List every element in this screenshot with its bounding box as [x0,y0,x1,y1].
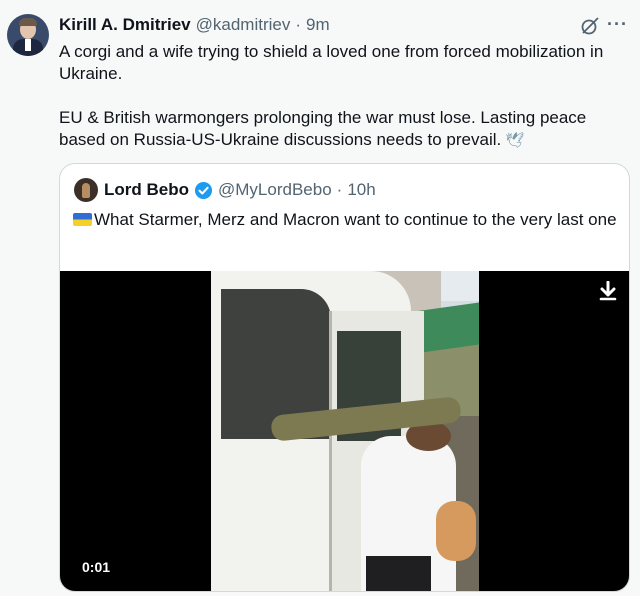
video-player[interactable]: 0:01 [60,271,629,591]
author-name[interactable]: Kirill A. Dmitriev [59,15,191,35]
quoted-author-handle[interactable]: @MyLordBebo [218,180,332,200]
quoted-author-name[interactable]: Lord Bebo [104,180,189,200]
author-handle[interactable]: @kadmitriev [196,15,291,35]
tweet-time[interactable]: 9m [306,15,330,35]
tweet-header: Kirill A. Dmitriev @kadmitriev · 9m [59,14,330,36]
quoted-tweet-text: What Starmer, Merz and Macron want to co… [73,208,618,231]
grok-icon[interactable] [580,16,600,36]
dove-of-peace-icon: 🕊 [505,132,525,149]
tweet-paragraph-1: A corgi and a wife trying to shield a lo… [59,42,604,83]
tweet-text: A corgi and a wife trying to shield a lo… [59,41,619,152]
download-arrow-icon[interactable] [599,281,617,301]
quoted-tweet[interactable]: Lord Bebo @MyLordBebo · 10h What Starmer… [59,163,630,592]
verified-badge-icon [194,181,213,199]
tweet-paragraph-2-wrap: EU & British warmongers prolonging the w… [59,107,619,152]
quoted-text: What Starmer, Merz and Macron want to co… [94,210,617,229]
tweet[interactable]: Kirill A. Dmitriev @kadmitriev · 9m ··· … [0,0,640,596]
more-options-icon[interactable]: ··· [607,14,628,35]
ukraine-flag-icon [73,213,92,226]
quoted-author-avatar[interactable] [74,178,98,202]
author-avatar[interactable] [7,14,49,56]
quoted-tweet-header: Lord Bebo @MyLordBebo · 10h [104,179,376,201]
quoted-separator-dot: · [336,180,343,199]
video-timestamp: 0:01 [82,559,111,575]
quoted-tweet-time[interactable]: 10h [347,180,375,200]
video-frame[interactable] [211,271,479,591]
separator-dot: · [295,15,302,34]
